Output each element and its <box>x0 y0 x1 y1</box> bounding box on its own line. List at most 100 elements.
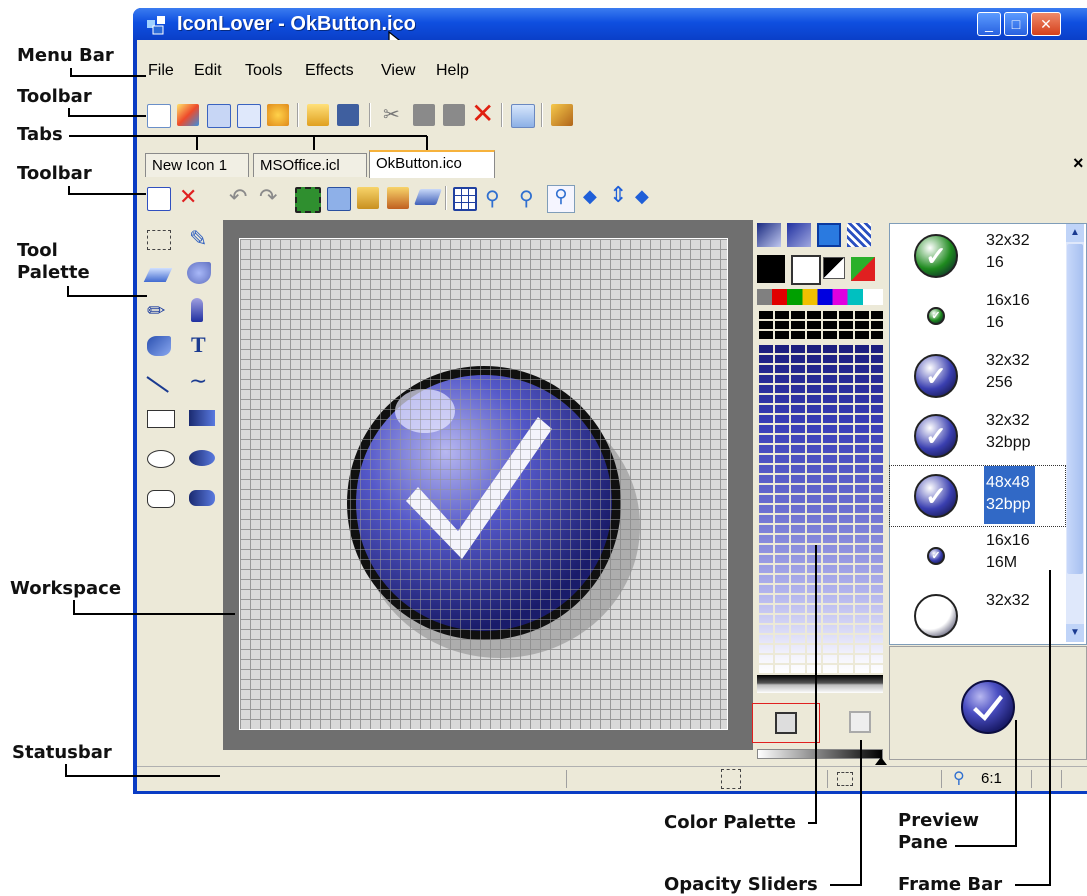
line-tool-icon[interactable] <box>146 376 169 393</box>
screen-color-icon[interactable] <box>791 255 821 285</box>
pixel-grid[interactable] <box>239 238 728 730</box>
copy-icon[interactable] <box>413 104 435 126</box>
grid-toggle-icon[interactable] <box>453 187 477 211</box>
cut-icon[interactable]: ✂ <box>383 102 400 127</box>
redo-icon[interactable]: ↷ <box>259 184 277 210</box>
brush-tool-icon[interactable] <box>191 298 203 322</box>
basic-colors-row[interactable] <box>757 289 883 305</box>
tab-new-icon-1[interactable]: New Icon 1 <box>145 153 249 177</box>
3d-layers-icon[interactable] <box>327 187 351 211</box>
ellipse-tool-icon[interactable] <box>147 450 175 468</box>
new-library-icon[interactable] <box>207 104 231 128</box>
opaque-mode-button[interactable] <box>752 703 820 743</box>
frame-item[interactable]: ✓ 16x16 16M <box>890 526 1065 586</box>
new-frame-icon[interactable] <box>147 187 171 211</box>
opacity-slider-1[interactable] <box>757 749 883 759</box>
gradient-mode-icon[interactable] <box>757 223 781 247</box>
rect-select-tool-icon[interactable] <box>147 230 171 250</box>
scroll-thumb[interactable] <box>1067 244 1083 574</box>
menu-view[interactable]: View <box>381 62 415 80</box>
menu-file[interactable]: File <box>148 62 174 80</box>
solid-color-icon[interactable] <box>817 223 841 247</box>
properties-icon[interactable] <box>511 104 535 128</box>
lock-icon[interactable] <box>357 187 379 209</box>
callout-line <box>196 136 198 150</box>
maximize-button[interactable]: □ <box>1004 12 1028 36</box>
callout-tool-palette: Tool Palette <box>17 240 90 283</box>
frame-item[interactable]: ✓ 32x32 <box>890 586 1065 646</box>
callout-tabs: Tabs <box>17 124 63 145</box>
tab-okbutton[interactable]: OkButton.ico <box>369 150 495 178</box>
filled-ellipse-tool-icon[interactable] <box>189 450 215 466</box>
filled-rectangle-tool-icon[interactable] <box>189 410 215 426</box>
help-book-icon[interactable] <box>551 104 573 126</box>
callout-line <box>426 136 428 150</box>
transparency-icon[interactable] <box>847 223 871 247</box>
frame-item[interactable]: ✓ 32x32 16 <box>890 226 1065 286</box>
new-from-image-icon[interactable] <box>177 104 199 126</box>
blue-gradient-colors[interactable] <box>757 343 883 673</box>
tool-palette: ✎ ✏ T ∼ <box>143 226 221 548</box>
primary-color-swatch[interactable] <box>757 255 785 283</box>
frame-thumbnail-icon: ✓ <box>914 234 958 278</box>
delete-frame-icon[interactable]: ✕ <box>179 184 197 210</box>
eraser-tool-icon[interactable] <box>143 268 173 282</box>
move-up-down-icon[interactable]: ⇕ <box>609 182 627 208</box>
text-tool-icon[interactable]: T <box>191 332 206 358</box>
delete-icon[interactable]: ✕ <box>471 98 494 130</box>
menu-effects[interactable]: Effects <box>305 62 354 80</box>
undo-icon[interactable]: ↶ <box>229 184 247 210</box>
move-left-icon[interactable]: ◆ <box>583 186 597 207</box>
editor-toolbar: ✕ ↶ ↷ ⚲ ⚲ ⚲ ◆ ⇕ ◆ <box>137 182 757 214</box>
tab-msoffice[interactable]: MSOffice.icl <box>253 153 367 177</box>
menu-help[interactable]: Help <box>436 62 469 80</box>
curve-tool-icon[interactable]: ∼ <box>189 368 207 394</box>
scroll-down-icon[interactable]: ▼ <box>1066 624 1084 642</box>
title-bar[interactable]: IconLover - OkButton.ico _ □ ✕ <box>133 8 1087 55</box>
menu-edit[interactable]: Edit <box>194 62 222 80</box>
frame-item[interactable]: ✓ 16x16 16 <box>890 286 1065 346</box>
status-bar: ⚲ 6:1 <box>137 766 1087 791</box>
more-colors-icon[interactable] <box>787 223 811 247</box>
pencil-tool-icon[interactable]: ✏ <box>147 298 165 324</box>
frame-size: 32x32 <box>986 232 1030 249</box>
frame-item[interactable]: ✓ 32x32 256 <box>890 346 1065 406</box>
capture-icon[interactable] <box>267 104 289 126</box>
spray-tool-icon[interactable] <box>187 262 211 284</box>
eyedropper-tool-icon[interactable]: ✎ <box>189 226 207 252</box>
frame-item[interactable]: ✓ 48x48 32bpp <box>889 465 1066 527</box>
select-cursor-icon[interactable] <box>237 104 261 128</box>
save-icon[interactable] <box>337 104 359 126</box>
eraser-icon[interactable] <box>414 189 442 205</box>
unlock-icon[interactable] <box>387 187 409 209</box>
fill-tool-icon[interactable] <box>147 336 171 356</box>
close-button[interactable]: ✕ <box>1031 12 1061 36</box>
close-tab-icon[interactable]: × <box>1073 153 1084 174</box>
workspace[interactable] <box>223 220 753 750</box>
zoom-out-icon[interactable]: ⚲ <box>519 186 534 211</box>
new-icon-button[interactable] <box>147 104 171 128</box>
paste-icon[interactable] <box>443 104 465 126</box>
swap-colors-icon[interactable] <box>823 257 845 279</box>
rectangle-tool-icon[interactable] <box>147 410 175 428</box>
frame-scrollbar[interactable]: ▲ ▼ <box>1066 224 1084 642</box>
frame-item[interactable]: ✓ 32x32 32bpp <box>890 406 1065 466</box>
scroll-up-icon[interactable]: ▲ <box>1066 224 1084 242</box>
callout-color-palette: Color Palette <box>664 812 796 833</box>
reset-colors-icon[interactable] <box>851 257 875 281</box>
transparent-mode-button[interactable] <box>849 711 871 733</box>
zoom-in-icon[interactable]: ⚲ <box>485 186 500 211</box>
callout-line <box>955 845 1017 847</box>
zoom-actual-icon[interactable]: ⚲ <box>547 185 575 213</box>
black-colors-block[interactable] <box>757 309 883 341</box>
open-folder-icon[interactable] <box>307 104 329 126</box>
round-rect-tool-icon[interactable] <box>147 490 175 508</box>
menu-tools[interactable]: Tools <box>245 62 282 80</box>
filled-round-rect-tool-icon[interactable] <box>189 490 215 506</box>
slider-thumb-1[interactable] <box>875 757 887 765</box>
gray-colors-row[interactable] <box>757 675 883 693</box>
crop-selection-icon[interactable] <box>295 187 321 213</box>
minimize-button[interactable]: _ <box>977 12 1001 36</box>
callout-toolbar-1: Toolbar <box>17 86 92 107</box>
move-right-icon[interactable]: ◆ <box>635 186 649 207</box>
